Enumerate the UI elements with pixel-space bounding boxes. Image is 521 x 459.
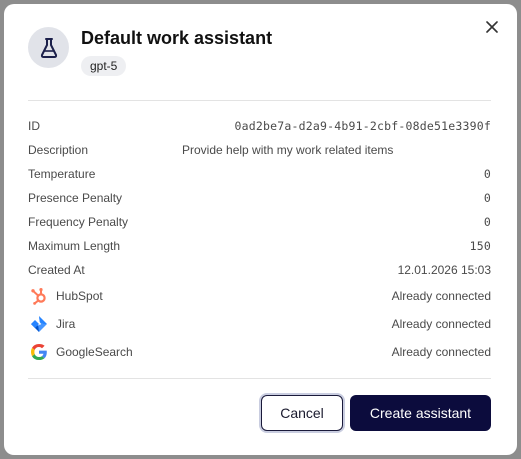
close-icon [486, 21, 498, 33]
detail-label: Description [28, 143, 89, 157]
integration-row-googlesearch: GoogleSearch Already connected [28, 342, 491, 362]
detail-row-presence-penalty: Presence Penalty 0 [28, 188, 491, 208]
integration-name: GoogleSearch [56, 345, 133, 359]
detail-row-temperature: Temperature 0 [28, 164, 491, 184]
detail-value: 0 [483, 167, 491, 181]
detail-label: Maximum Length [28, 239, 121, 253]
integration-name: HubSpot [56, 289, 103, 303]
integration-row-jira: Jira Already connected [28, 314, 491, 334]
detail-row-id: ID 0ad2be7a-d2a9-4b91-2cbf-08de51e3390f [28, 116, 491, 136]
integration-row-hubspot: HubSpot Already connected [28, 286, 491, 306]
detail-label: Frequency Penalty [28, 215, 129, 229]
jira-icon [29, 314, 49, 334]
detail-value: Provide help with my work related items [182, 143, 394, 157]
integration-status: Already connected [391, 317, 491, 331]
integration-status: Already connected [391, 289, 491, 303]
detail-value: 150 [469, 239, 491, 253]
assistant-dialog: Default work assistant gpt-5 ID 0ad2be7a… [4, 4, 517, 455]
divider [28, 100, 491, 101]
hubspot-icon [29, 286, 49, 306]
dialog-title: Default work assistant [81, 28, 273, 48]
detail-row-description: Description Provide help with my work re… [28, 140, 491, 160]
detail-label: Created At [28, 263, 85, 277]
detail-label: Temperature [28, 167, 96, 181]
avatar [28, 27, 69, 68]
detail-value: 12.01.2026 15:03 [397, 263, 491, 277]
create-assistant-button[interactable]: Create assistant [350, 395, 491, 431]
model-badge: gpt-5 [81, 56, 127, 76]
detail-label: Presence Penalty [28, 191, 123, 205]
integration-name: Jira [56, 317, 76, 331]
cancel-button[interactable]: Cancel [261, 395, 343, 431]
detail-row-frequency-penalty: Frequency Penalty 0 [28, 212, 491, 232]
detail-value: 0 [483, 191, 491, 205]
detail-row-created-at: Created At 12.01.2026 15:03 [28, 260, 491, 280]
detail-value: 0 [483, 215, 491, 229]
flask-icon [40, 37, 57, 58]
integration-status: Already connected [391, 345, 491, 359]
divider [28, 378, 491, 379]
google-icon [29, 342, 49, 362]
detail-row-maximum-length: Maximum Length 150 [28, 236, 491, 256]
detail-value: 0ad2be7a-d2a9-4b91-2cbf-08de51e3390f [234, 119, 491, 133]
detail-label: ID [28, 119, 40, 133]
close-button[interactable] [482, 17, 502, 37]
